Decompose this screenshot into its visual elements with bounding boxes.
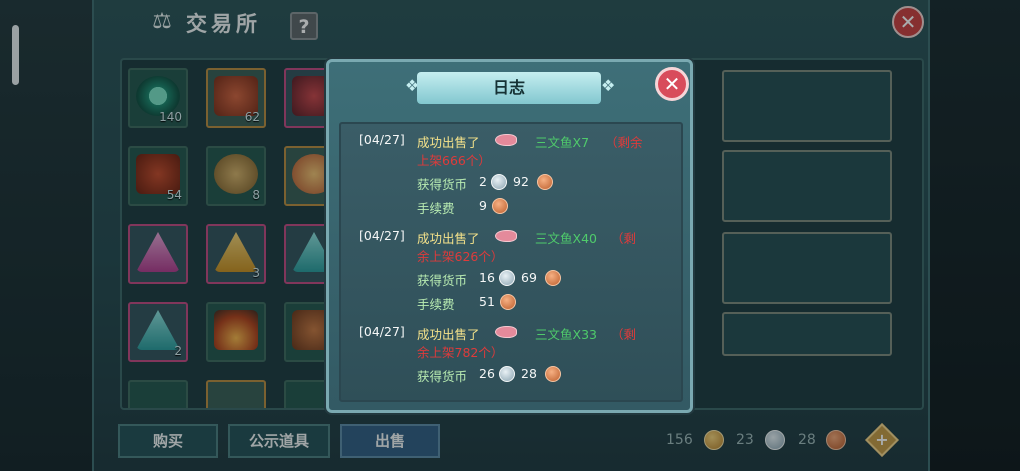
fee-label: 手续费 [417,297,455,312]
silver-coin-icon [491,174,507,190]
log-remain-2: 上架666个） [417,153,491,168]
log-sold-text: 成功出售了 [417,231,480,246]
copper-coin-icon [537,174,553,190]
log-list: [04/27] 成功出售了 三文鱼X7 （剩余 上架666个） 获得货币 2 9… [339,122,683,402]
log-entry: [04/27] 成功出售了 三文鱼X40 （剩 余上架626个） 获得货币 16… [359,228,679,316]
log-item: 三文鱼X33 [535,327,597,342]
log-sold-text: 成功出售了 [417,135,480,150]
silver-earned: 16 [479,270,495,285]
earn-label: 获得货币 [417,273,468,288]
log-remain-1: （剩 [611,327,637,342]
copper-coin-icon [545,270,561,286]
fish-icon [495,230,517,242]
earn-label: 获得货币 [417,369,468,384]
log-date: [04/27] [359,324,405,339]
copper-earned: 28 [521,366,537,381]
copper-coin-icon [492,198,508,214]
log-remain-1: （剩余 [605,135,643,150]
silver-coin-icon [499,366,515,382]
log-dialog: ❖ 日志 ❖ ✕ [04/27] 成功出售了 三文鱼X7 （剩余 上架666个）… [326,59,693,413]
log-remain-2: 余上架626个） [417,249,504,264]
copper-earned: 92 [513,174,529,189]
log-remain-2: 余上架782个） [417,345,504,360]
log-remain-1: （剩 [611,231,637,246]
copper-earned: 69 [521,270,537,285]
silver-earned: 2 [479,174,487,189]
earn-label: 获得货币 [417,177,468,192]
log-entry: [04/27] 成功出售了 三文鱼X33 （剩 余上架782个） 获得货币 26… [359,324,679,394]
log-entry: [04/27] 成功出售了 三文鱼X7 （剩余 上架666个） 获得货币 2 9… [359,132,679,220]
dialog-title: 日志 [417,72,601,104]
silver-earned: 26 [479,366,495,381]
log-date: [04/27] [359,228,405,243]
log-date: [04/27] [359,132,405,147]
log-item: 三文鱼X40 [535,231,597,246]
ornament-right-icon: ❖ [601,76,616,95]
copper-coin-icon [545,366,561,382]
fish-icon [495,134,517,146]
silver-coin-icon [499,270,515,286]
fish-icon [495,326,517,338]
log-item: 三文鱼X7 [535,135,590,150]
fee-amount: 51 [479,294,495,309]
dialog-close-button[interactable]: ✕ [655,67,689,101]
log-sold-text: 成功出售了 [417,327,480,342]
fee-amount: 9 [479,198,487,213]
fee-label: 手续费 [417,201,455,216]
copper-coin-icon [500,294,516,310]
